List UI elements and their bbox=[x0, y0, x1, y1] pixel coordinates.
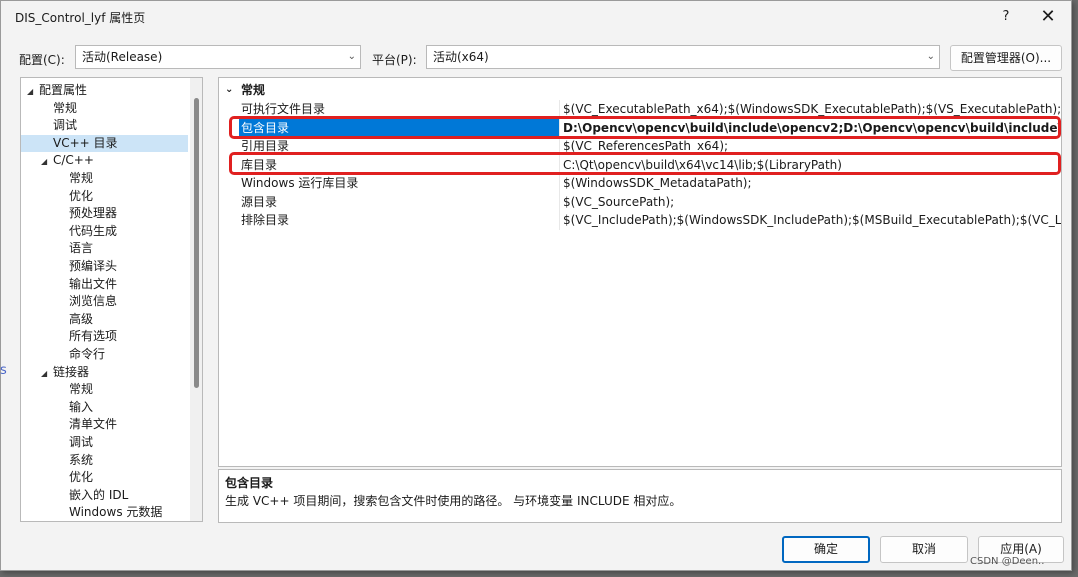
tree-item[interactable]: 优化 bbox=[57, 188, 93, 206]
tree-item-label: 常规 bbox=[53, 100, 78, 115]
tree-item-label: 配置属性 bbox=[39, 83, 88, 97]
tree-item-label: 输出文件 bbox=[69, 276, 118, 291]
tree-item-label: 优化 bbox=[69, 188, 94, 203]
tree-item-label: 系统 bbox=[69, 452, 94, 467]
help-button[interactable]: ? bbox=[991, 5, 1021, 29]
chevron-down-icon[interactable]: ⌄ bbox=[225, 81, 233, 99]
tree-item[interactable]: 高级 bbox=[57, 311, 93, 329]
tree-item-label: 调试 bbox=[53, 118, 78, 133]
property-row[interactable]: 排除目录 $(VC_IncludePath);$(WindowsSDK_Inclu… bbox=[219, 211, 1061, 230]
property-row[interactable]: 源目录 $(VC_SourcePath); bbox=[219, 193, 1061, 212]
tree-item-label: 清单文件 bbox=[69, 417, 118, 432]
window-title: DIS_Control_lyf 属性页 bbox=[15, 11, 146, 25]
expand-caret-icon[interactable]: ◢ bbox=[41, 153, 53, 171]
chevron-down-icon: ⌄ bbox=[926, 51, 935, 62]
property-value[interactable]: $(VC_SourcePath); bbox=[561, 193, 1061, 212]
property-name[interactable]: 排除目录 bbox=[241, 211, 557, 230]
background-text: s bbox=[0, 363, 7, 378]
tree-item[interactable]: 常规 bbox=[57, 170, 93, 188]
tree-item[interactable]: VC++ 目录 bbox=[21, 134, 188, 153]
tree-item[interactable]: 调试 bbox=[57, 434, 93, 452]
property-pages-dialog: DIS_Control_lyf 属性页 ? ✕ 配置(C): 活动(Releas… bbox=[0, 0, 1072, 571]
tree-item[interactable]: 代码生成 bbox=[57, 223, 117, 241]
platform-select[interactable]: 活动(x64) ⌄ bbox=[426, 45, 940, 69]
tree-item-label: 常规 bbox=[69, 382, 94, 397]
close-icon[interactable]: ✕ bbox=[1033, 5, 1063, 29]
property-tree[interactable]: ◢ 配置属性 常规 调试 VC++ 目录 ◢ C/C++ 常规 优化 预处理器 代码生成 语言 预编译头… bbox=[20, 77, 203, 522]
property-grid[interactable]: ⌄ 常规 可执行文件目录 $(VC_ExecutablePath_x64);$(W… bbox=[218, 77, 1062, 467]
grid-category-header[interactable]: ⌄ 常规 bbox=[219, 81, 1061, 99]
tree-item-label: 浏览信息 bbox=[69, 294, 118, 309]
tree-item-label: 高级 bbox=[69, 311, 94, 326]
property-value[interactable]: $(VC_IncludePath);$(WindowsSDK_IncludePa… bbox=[561, 211, 1061, 230]
tree-item[interactable]: 输出文件 bbox=[57, 276, 117, 294]
config-select-value: 活动(Release) bbox=[82, 50, 163, 64]
tree-item-label: 常规 bbox=[69, 171, 94, 185]
chevron-down-icon: ⌄ bbox=[347, 51, 356, 62]
tree-scroll-thumb[interactable] bbox=[194, 98, 199, 388]
tree-item[interactable]: 所有选项 bbox=[57, 328, 117, 346]
tree-item-label: 命令行 bbox=[69, 347, 106, 361]
description-title: 包含目录 bbox=[225, 476, 274, 490]
tree-item[interactable]: ◢ 配置属性 bbox=[27, 82, 87, 100]
platform-label: 平台(P): bbox=[372, 53, 417, 67]
tree-item-label: 调试 bbox=[69, 435, 94, 449]
ok-button[interactable]: 确定 bbox=[782, 536, 870, 563]
tree-item-label: 链接器 bbox=[53, 364, 90, 379]
expand-caret-icon[interactable]: ◢ bbox=[41, 365, 53, 383]
tree-item[interactable]: 优化 bbox=[57, 469, 93, 487]
tree-item[interactable]: 预编译头 bbox=[57, 258, 117, 276]
platform-select-value: 活动(x64) bbox=[433, 50, 489, 64]
tree-item[interactable]: 系统 bbox=[57, 452, 93, 470]
tree-item[interactable]: 命令行 bbox=[57, 346, 105, 364]
description-panel: 包含目录 生成 VC++ 项目期间，搜索包含文件时使用的路径。 与环境变量 IN… bbox=[218, 469, 1062, 523]
title-bar: DIS_Control_lyf 属性页 ? ✕ bbox=[1, 1, 1071, 33]
tree-item[interactable]: 嵌入的 IDL bbox=[57, 487, 128, 505]
tree-item-label: VC++ 目录 bbox=[53, 135, 118, 150]
config-label: 配置(C): bbox=[19, 53, 65, 67]
tree-item-label: 输入 bbox=[69, 399, 94, 414]
tree-item[interactable]: 清单文件 bbox=[57, 416, 117, 434]
config-manager-button[interactable]: 配置管理器(O)... bbox=[950, 45, 1062, 71]
tree-item-label: C/C++ bbox=[53, 153, 94, 168]
tree-item[interactable]: ◢ C/C++ bbox=[41, 152, 94, 170]
tree-item[interactable]: 常规 bbox=[41, 100, 77, 118]
config-select[interactable]: 活动(Release) ⌄ bbox=[75, 45, 361, 69]
tree-item[interactable]: 浏览信息 bbox=[57, 293, 117, 311]
tree-item[interactable]: 调试 bbox=[41, 117, 77, 135]
tree-item[interactable]: 语言 bbox=[57, 240, 93, 258]
include-dir-highlight bbox=[229, 116, 1061, 139]
tree-item-label: Windows 元数据 bbox=[69, 505, 163, 520]
watermark: CSDN @Deen.. bbox=[970, 556, 1045, 567]
tree-item[interactable]: Windows 元数据 bbox=[57, 504, 163, 521]
property-name[interactable]: 源目录 bbox=[241, 193, 557, 212]
tree-item-label: 所有选项 bbox=[69, 329, 118, 344]
property-name[interactable]: Windows 运行库目录 bbox=[241, 174, 557, 193]
grid-category-label: 常规 bbox=[241, 83, 266, 97]
expand-caret-icon[interactable]: ◢ bbox=[27, 83, 39, 101]
tree-item-label: 嵌入的 IDL bbox=[69, 487, 129, 502]
tree-item-label: 预编译头 bbox=[69, 259, 118, 273]
tree-item[interactable]: ◢ 链接器 bbox=[41, 364, 89, 382]
property-row[interactable]: Windows 运行库目录 $(WindowsSDK_MetadataPath); bbox=[219, 174, 1061, 193]
tree-item[interactable]: 预处理器 bbox=[57, 205, 117, 223]
library-dir-highlight bbox=[229, 152, 1061, 175]
tree-scrollbar[interactable] bbox=[190, 78, 202, 521]
description-text: 生成 VC++ 项目期间，搜索包含文件时使用的路径。 与环境变量 INCLUDE… bbox=[225, 494, 682, 508]
config-toolbar: 配置(C): 活动(Release) ⌄ 平台(P): 活动(x64) ⌄ 配置… bbox=[1, 41, 1071, 73]
tree-item-label: 语言 bbox=[69, 241, 94, 256]
cancel-button[interactable]: 取消 bbox=[880, 536, 968, 563]
property-value[interactable]: $(WindowsSDK_MetadataPath); bbox=[561, 174, 1061, 193]
tree-item-label: 预处理器 bbox=[69, 206, 118, 221]
tree-item-label: 优化 bbox=[69, 470, 94, 485]
tree-item[interactable]: 常规 bbox=[57, 381, 93, 399]
tree-item-label: 代码生成 bbox=[69, 223, 118, 238]
tree-item[interactable]: 输入 bbox=[57, 399, 93, 417]
